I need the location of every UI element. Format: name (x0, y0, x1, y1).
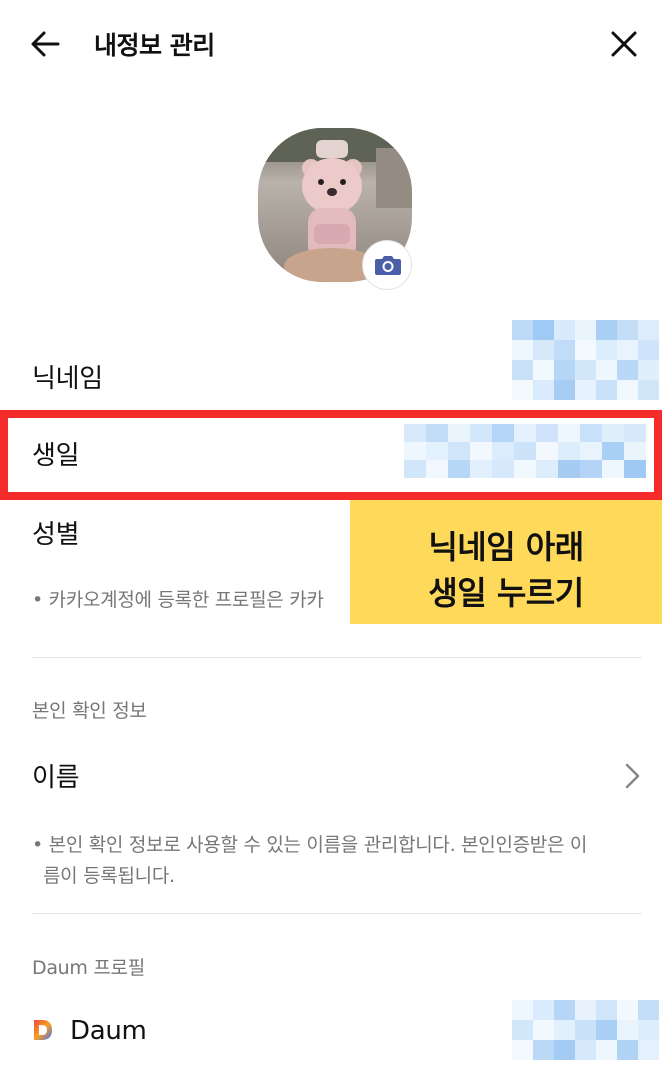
daum-row[interactable]: Daum (0, 998, 662, 1068)
nickname-label: 닉네임 (32, 364, 103, 394)
page-title: 내정보 관리 (94, 31, 215, 60)
daum-section-title: Daum 프로필 (32, 957, 145, 979)
camera-icon (375, 256, 401, 275)
app-header: 내정보 관리 (0, 0, 662, 88)
section-divider (32, 657, 642, 658)
callout-line-2: 생일 누르기 (428, 574, 584, 612)
birthday-highlight-box (0, 410, 662, 500)
arrow-left-icon (31, 31, 60, 57)
callout-line-1: 닉네임 아래 (428, 528, 584, 566)
identity-note-line-2: 름이 등록됩니다. (43, 865, 175, 887)
daum-logo-icon (34, 1020, 52, 1040)
close-icon (611, 31, 637, 57)
close-button[interactable] (604, 24, 644, 64)
daum-value-redacted (512, 1000, 659, 1060)
gender-label: 성별 (32, 520, 80, 550)
identity-section-title: 본인 확인 정보 (32, 700, 147, 722)
chevron-right-icon (625, 763, 640, 789)
name-label: 이름 (32, 763, 80, 793)
identity-note-line-1: • 본인 확인 정보로 사용할 수 있는 이름을 관리합니다. 본인인증받은 이 (32, 834, 588, 856)
instruction-callout: 닉네임 아래 생일 누르기 (350, 500, 662, 624)
profile-avatar-area (258, 128, 414, 290)
profile-note: • 카카오계정에 등록한 프로필은 카카 (32, 589, 324, 611)
daum-label: Daum (70, 1016, 147, 1046)
name-row[interactable]: 이름 (0, 740, 662, 812)
nickname-value-redacted (512, 320, 659, 400)
nickname-row[interactable]: 닉네임 (0, 320, 662, 410)
section-divider (32, 913, 642, 914)
change-photo-button[interactable] (362, 240, 412, 290)
back-button[interactable] (26, 24, 66, 64)
